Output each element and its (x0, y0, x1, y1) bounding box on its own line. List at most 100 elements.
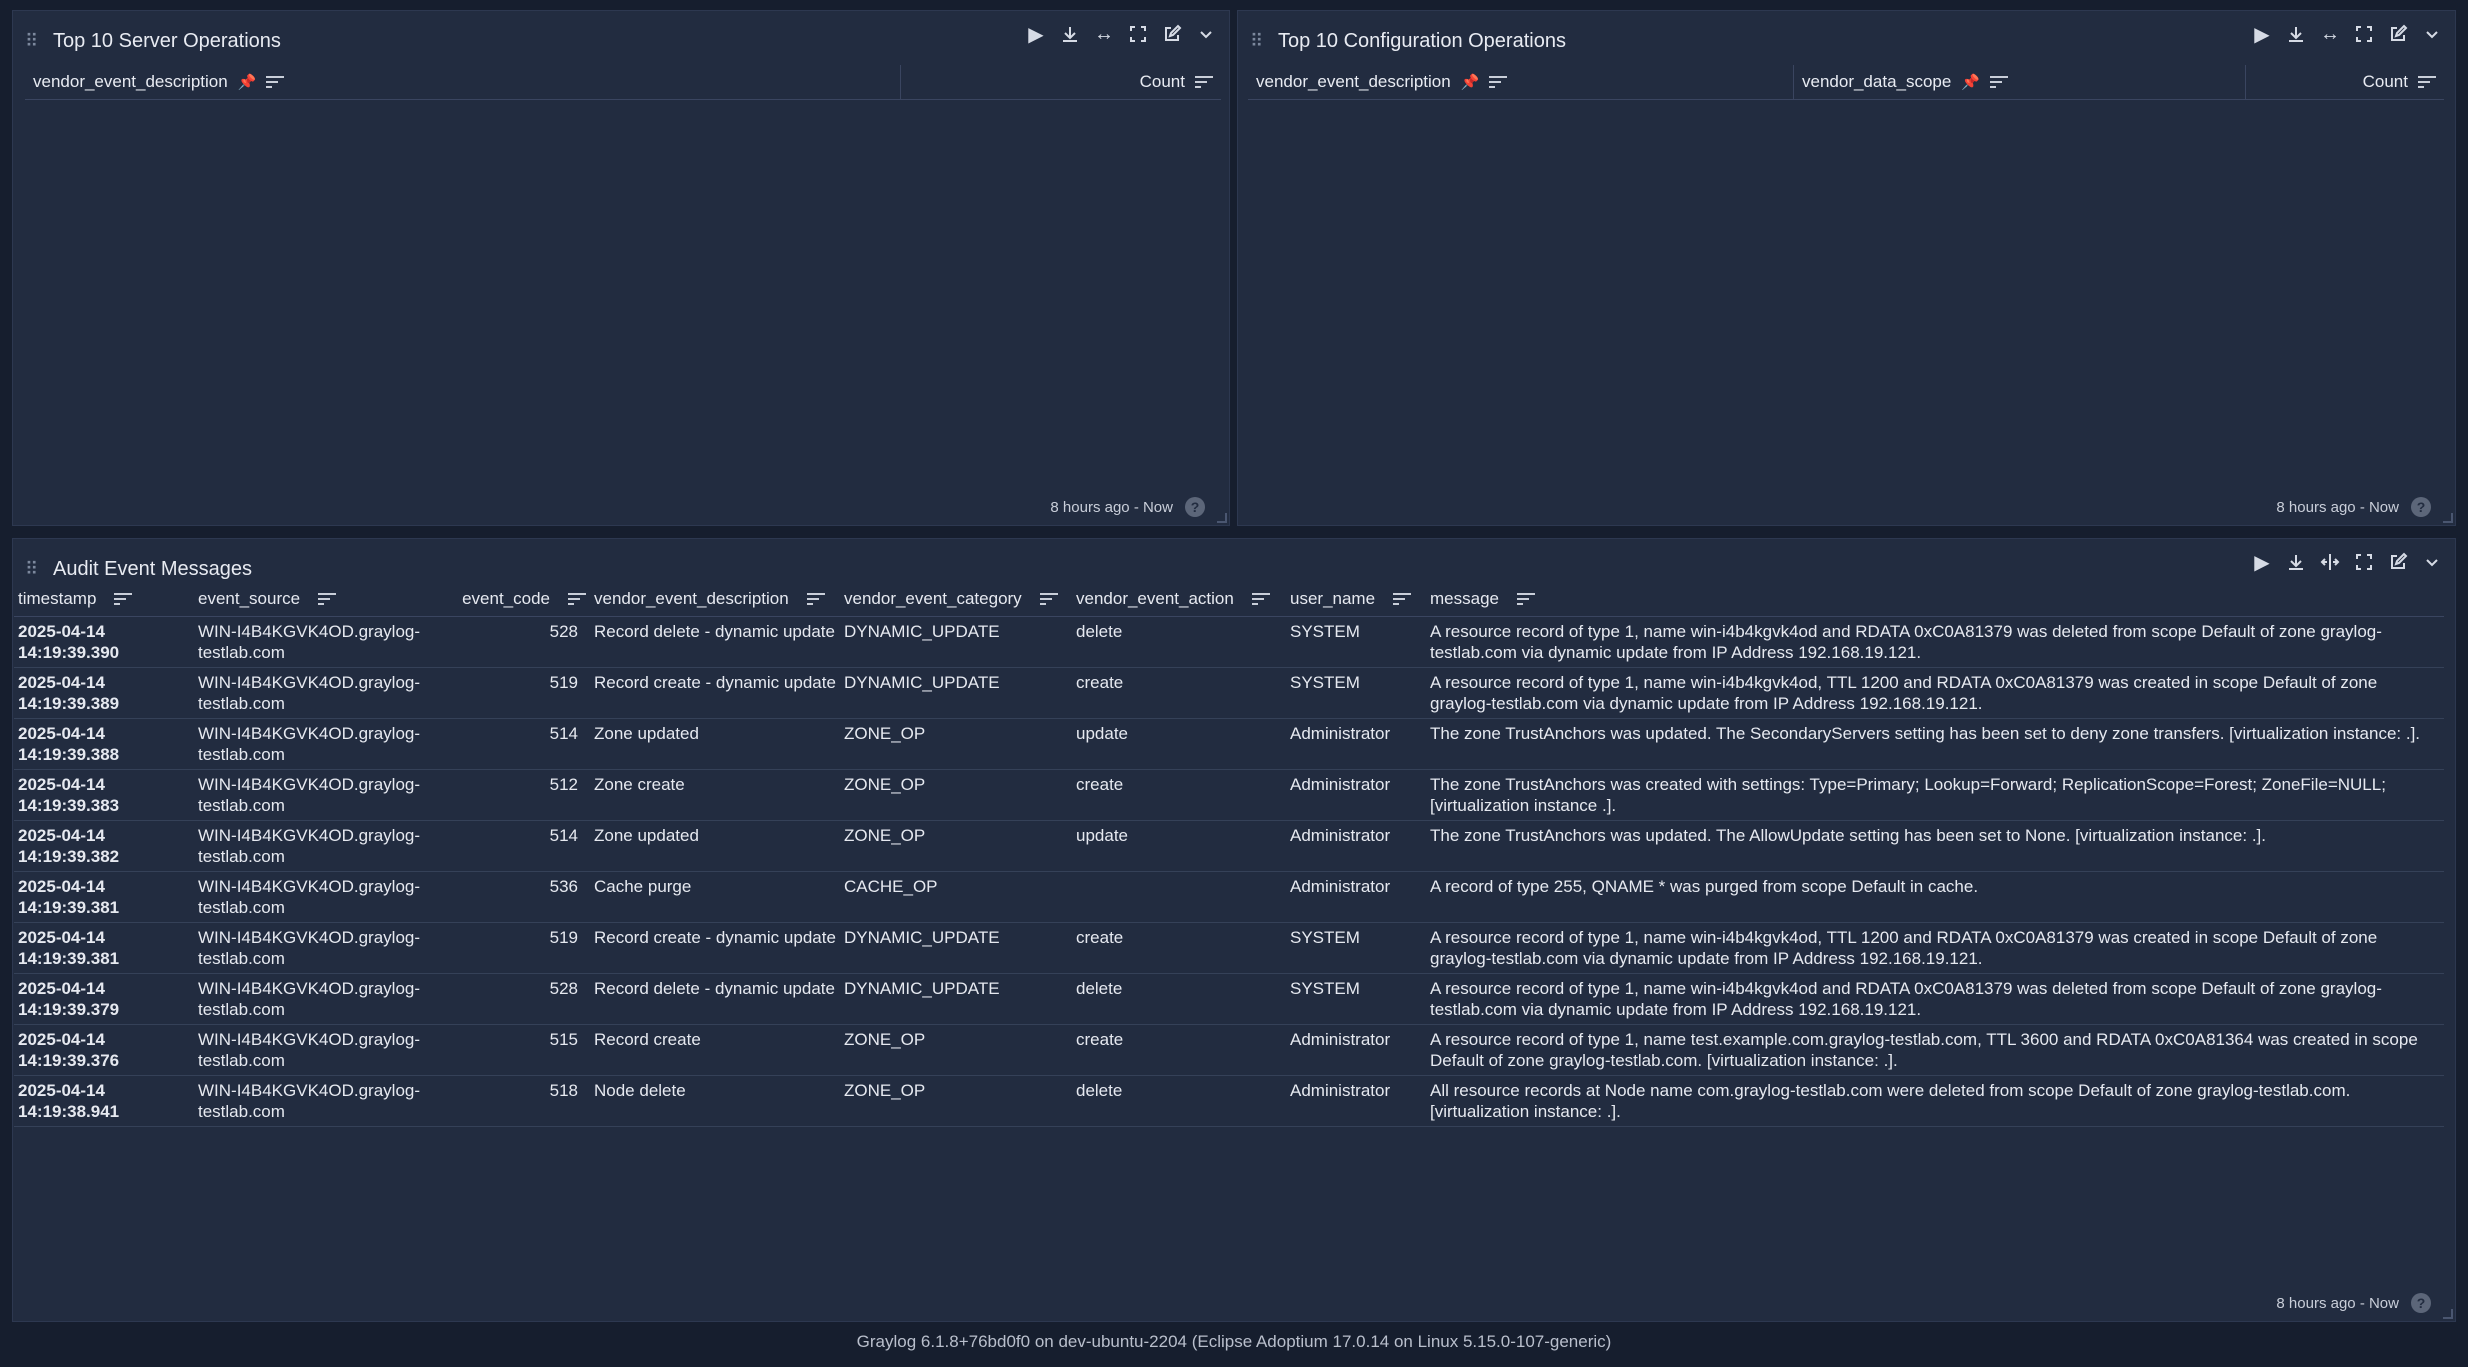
column-header-user-name[interactable]: user_name (1286, 582, 1426, 617)
sort-icon[interactable] (1039, 592, 1058, 606)
pin-icon[interactable]: 📌 (1961, 73, 1980, 91)
vendor-event-category-cell: ZONE_OP (840, 769, 1072, 821)
expand-horizontal-icon[interactable]: ↔ (1093, 23, 1115, 45)
message-cell: A resource record of type 1, name win-i4… (1426, 667, 2444, 719)
message-cell: A resource record of type 1, name win-i4… (1426, 922, 2444, 974)
column-header-vendor-event-action[interactable]: vendor_event_action (1072, 582, 1286, 617)
chevron-down-icon[interactable] (2421, 23, 2443, 45)
sort-icon[interactable] (266, 75, 285, 89)
column-header-count[interactable]: Count (901, 65, 1221, 99)
help-icon[interactable]: ? (1185, 497, 1205, 517)
edit-icon[interactable] (1161, 23, 1183, 45)
download-icon[interactable] (2285, 23, 2307, 45)
chevron-down-icon[interactable] (2421, 551, 2443, 573)
resize-handle[interactable] (2443, 513, 2453, 523)
sort-icon[interactable] (2418, 75, 2436, 89)
table-row[interactable]: 2025-04-14 14:19:39.390 WIN-I4B4KGVK4OD.gr… (14, 616, 2444, 668)
user-name-cell: Administrator (1286, 1024, 1426, 1076)
sort-icon[interactable] (1990, 75, 2009, 89)
sort-icon[interactable] (1516, 592, 1535, 606)
help-icon[interactable]: ? (2411, 1293, 2431, 1313)
column-header-event-code[interactable]: event_code (448, 582, 590, 617)
download-icon[interactable] (1059, 23, 1081, 45)
event-source-cell: WIN-I4B4KGVK4OD.graylog-testlab.com (194, 973, 448, 1025)
event-code-cell: 512 (448, 769, 590, 821)
table-row[interactable]: 2025-04-14 14:19:39.381 WIN-I4B4KGVK4OD.gr… (14, 871, 2444, 923)
play-icon[interactable]: ▶ (1025, 23, 1047, 46)
table-body: 2025-04-14 14:19:39.390 WIN-I4B4KGVK4OD.gr… (14, 616, 2444, 1127)
event-code-cell: 519 (448, 667, 590, 719)
download-icon[interactable] (2285, 551, 2307, 573)
table-row[interactable]: 2025-04-14 14:19:39.379 WIN-I4B4KGVK4OD.gr… (14, 973, 2444, 1025)
column-header-timestamp[interactable]: timestamp (14, 582, 194, 617)
fullscreen-icon[interactable] (2353, 23, 2375, 45)
footer-version: Graylog 6.1.8+76bd0f0 on dev-ubuntu-2204… (856, 1332, 1612, 1351)
vendor-event-category-cell: ZONE_OP (840, 1075, 1072, 1127)
fullscreen-icon[interactable] (2353, 551, 2375, 573)
column-header-vendor-data-scope[interactable]: vendor_data_scope 📌 (1794, 65, 2246, 99)
edit-icon[interactable] (2387, 551, 2409, 573)
drag-handle-icon[interactable]: ⠿ (1250, 31, 1264, 52)
timestamp-cell: 2025-04-14 14:19:39.379 (14, 973, 194, 1025)
vendor-event-description-cell: Record delete - dynamic update (590, 616, 840, 668)
user-name-cell: SYSTEM (1286, 922, 1426, 974)
help-icon[interactable]: ? (2411, 497, 2431, 517)
event-source-cell: WIN-I4B4KGVK4OD.graylog-testlab.com (194, 1075, 448, 1127)
table-row[interactable]: 2025-04-14 14:19:38.941 WIN-I4B4KGVK4OD.gr… (14, 1075, 2444, 1127)
resize-handle[interactable] (2443, 1309, 2453, 1319)
column-header-vendor-event-description[interactable]: vendor_event_description 📌 (25, 65, 901, 99)
table-row[interactable]: 2025-04-14 14:19:39.382 WIN-I4B4KGVK4OD.gr… (14, 820, 2444, 872)
sort-icon[interactable] (1393, 592, 1412, 606)
table-row[interactable]: 2025-04-14 14:19:39.388 WIN-I4B4KGVK4OD.gr… (14, 718, 2444, 770)
message-cell: The zone TrustAnchors was created with s… (1426, 769, 2444, 821)
timerange-label: 8 hours ago - Now (2276, 498, 2399, 516)
vendor-event-category-cell: DYNAMIC_UPDATE (840, 922, 1072, 974)
column-header-vendor-event-description[interactable]: vendor_event_description (590, 582, 840, 617)
vendor-event-description-cell: Record create - dynamic update (590, 667, 840, 719)
timestamp-cell: 2025-04-14 14:19:39.390 (14, 616, 194, 668)
column-header-event-source[interactable]: event_source (194, 582, 448, 617)
timestamp-cell: 2025-04-14 14:19:39.381 (14, 922, 194, 974)
sort-icon[interactable] (806, 592, 825, 606)
sort-icon[interactable] (1251, 592, 1270, 606)
timestamp-cell: 2025-04-14 14:19:39.389 (14, 667, 194, 719)
table-header: vendor_event_description 📌 vendor_data_s… (1248, 65, 2444, 100)
timestamp-cell: 2025-04-14 14:19:39.381 (14, 871, 194, 923)
play-icon[interactable]: ▶ (2251, 551, 2273, 574)
table-row[interactable]: 2025-04-14 14:19:39.381 WIN-I4B4KGVK4OD.gr… (14, 922, 2444, 974)
drag-handle-icon[interactable]: ⠿ (25, 31, 39, 52)
message-cell: The zone TrustAnchors was updated. The A… (1426, 820, 2444, 872)
vendor-event-action-cell: update (1072, 820, 1286, 872)
event-source-cell: WIN-I4B4KGVK4OD.graylog-testlab.com (194, 1024, 448, 1076)
column-header-vendor-event-description[interactable]: vendor_event_description 📌 (1248, 65, 1794, 99)
table-row[interactable]: 2025-04-14 14:19:39.383 WIN-I4B4KGVK4OD.gr… (14, 769, 2444, 821)
drag-handle-icon[interactable]: ⠿ (25, 559, 39, 580)
split-columns-icon[interactable] (2319, 551, 2341, 573)
chevron-down-icon[interactable] (1195, 23, 1217, 45)
column-header-count[interactable]: Count (2246, 65, 2444, 99)
event-code-cell: 514 (448, 820, 590, 872)
sort-icon[interactable] (568, 592, 586, 606)
vendor-event-description-cell: Record delete - dynamic update (590, 973, 840, 1025)
resize-handle[interactable] (1217, 513, 1227, 523)
vendor-event-description-cell: Record create - dynamic update (590, 922, 840, 974)
sort-icon[interactable] (1195, 75, 1213, 89)
table-row[interactable]: 2025-04-14 14:19:39.389 WIN-I4B4KGVK4OD.gr… (14, 667, 2444, 719)
event-code-cell: 536 (448, 871, 590, 923)
table-row[interactable]: 2025-04-14 14:19:39.376 WIN-I4B4KGVK4OD.gr… (14, 1024, 2444, 1076)
sort-icon[interactable] (318, 592, 337, 606)
fullscreen-icon[interactable] (1127, 23, 1149, 45)
pin-icon[interactable]: 📌 (238, 73, 257, 91)
expand-horizontal-icon[interactable]: ↔ (2319, 23, 2341, 45)
sort-icon[interactable] (114, 592, 133, 606)
message-cell: A resource record of type 1, name win-i4… (1426, 616, 2444, 668)
event-source-cell: WIN-I4B4KGVK4OD.graylog-testlab.com (194, 667, 448, 719)
column-header-vendor-event-category[interactable]: vendor_event_category (840, 582, 1072, 617)
edit-icon[interactable] (2387, 23, 2409, 45)
column-header-message[interactable]: message (1426, 582, 2444, 617)
play-icon[interactable]: ▶ (2251, 23, 2273, 46)
pin-icon[interactable]: 📌 (1461, 73, 1480, 91)
widget-actions: ▶ (2251, 551, 2443, 574)
sort-icon[interactable] (1489, 75, 1508, 89)
message-cell: A resource record of type 1, name win-i4… (1426, 973, 2444, 1025)
